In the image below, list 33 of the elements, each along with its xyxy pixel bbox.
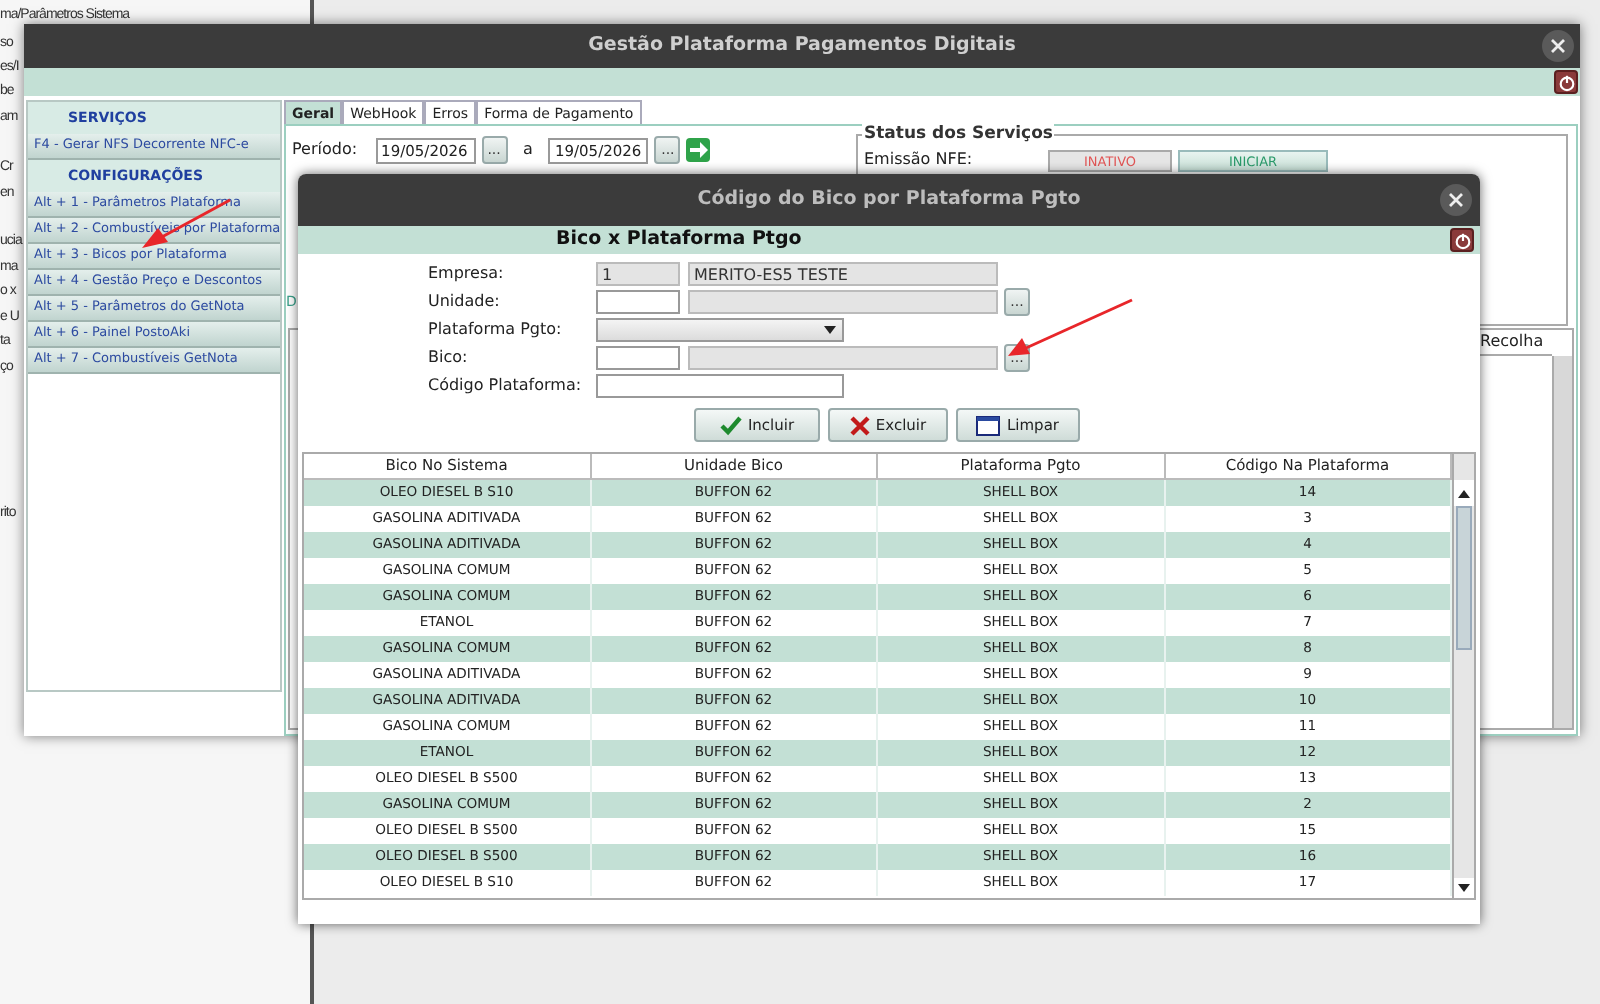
name-field: MERITO-ES5 TESTE	[688, 261, 998, 285]
field-label: Unidade:	[426, 289, 502, 313]
check-icon	[719, 415, 742, 435]
field-label: Código Plataforma:	[426, 373, 584, 397]
scroll-down-icon[interactable]	[1458, 884, 1470, 892]
scrollbar[interactable]	[1452, 454, 1474, 898]
scroll-up-icon[interactable]	[1458, 489, 1470, 497]
close-icon[interactable]	[1542, 30, 1574, 62]
window-title: Código do Bico por Plataforma Pgto	[697, 185, 1081, 214]
window-icon	[976, 415, 1001, 435]
scroll-thumb[interactable]	[1456, 506, 1472, 650]
cross-icon	[849, 415, 870, 435]
annotation-arrow	[1008, 298, 1133, 356]
window-title: Gestão Plataforma Pagamentos Digitais	[588, 31, 1016, 60]
field-label: Emissão NFE:	[864, 148, 975, 172]
field-label: Bico:	[426, 345, 470, 369]
form-heading: Bico x Plataforma Ptgo	[556, 225, 802, 254]
arrow-right-icon[interactable]	[686, 138, 711, 162]
code-field[interactable]	[596, 289, 680, 313]
power-icon[interactable]	[1554, 70, 1578, 94]
code-field[interactable]	[596, 345, 680, 369]
field-label: Período:	[292, 138, 358, 162]
caret-icon	[824, 325, 836, 333]
input-field[interactable]	[596, 373, 844, 397]
power-icon[interactable]	[1450, 228, 1474, 252]
dropdown[interactable]	[596, 317, 844, 341]
close-icon[interactable]	[1440, 184, 1472, 216]
group-title: Status dos Serviços	[862, 122, 1055, 148]
code-field: 1	[596, 261, 680, 285]
field-label: a	[523, 138, 533, 162]
field-label: Empresa:	[426, 261, 506, 285]
field-label: Plataforma Pgto:	[426, 317, 564, 341]
scrollbar[interactable]	[1552, 356, 1572, 728]
